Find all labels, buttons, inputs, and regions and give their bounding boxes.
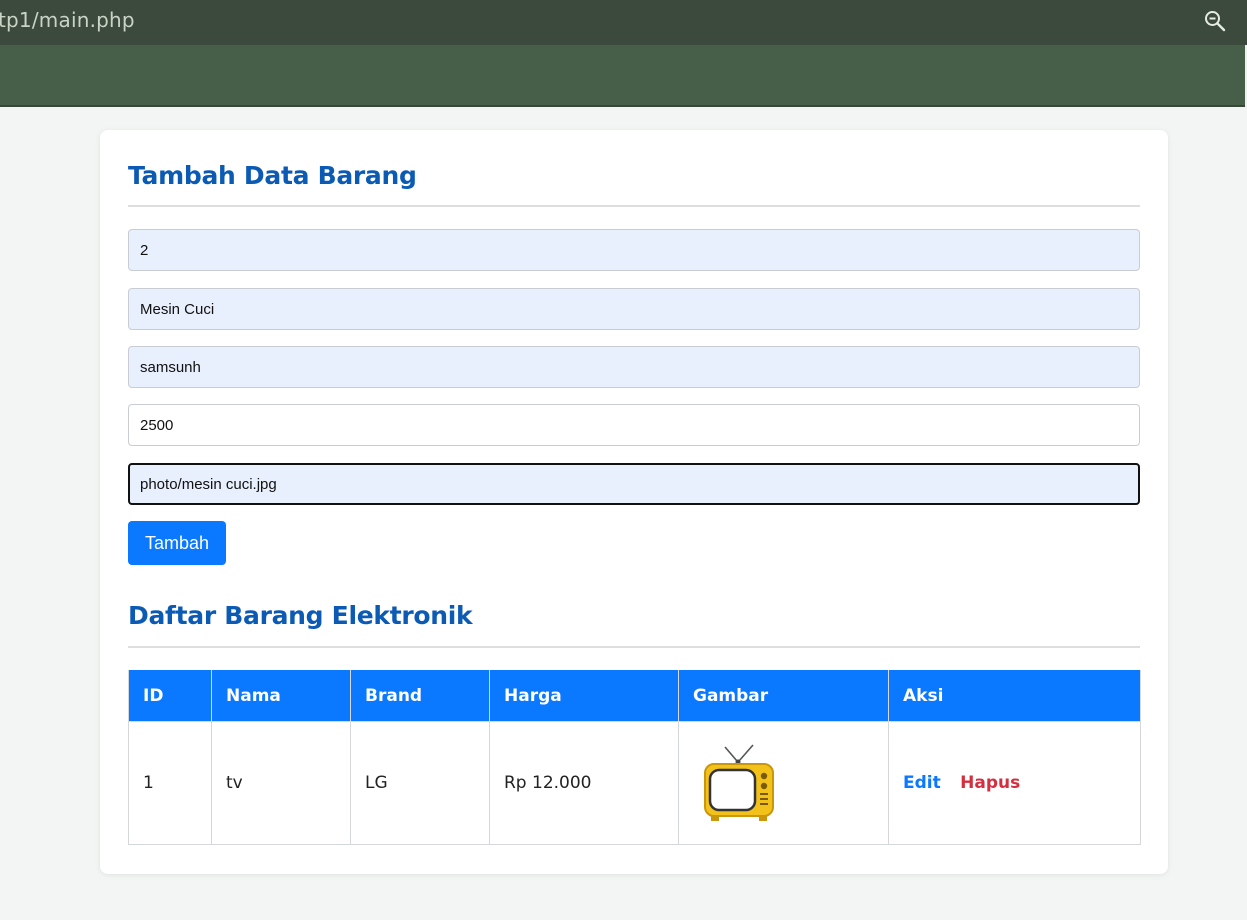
column-header-nama: Nama bbox=[211, 670, 351, 722]
cell-brand: LG bbox=[350, 721, 490, 845]
tambah-button[interactable]: Tambah bbox=[128, 521, 226, 565]
form-title: Tambah Data Barang bbox=[128, 161, 417, 190]
tv-image bbox=[704, 744, 774, 821]
cell-aksi: Edit Hapus bbox=[888, 721, 1141, 845]
barang-table: ID Nama Brand Harga Gambar Aksi 1 tv LG … bbox=[128, 670, 1141, 845]
column-header-id: ID bbox=[128, 670, 212, 722]
browser-toolbar bbox=[0, 45, 1247, 107]
column-header-gambar: Gambar bbox=[678, 670, 889, 722]
cell-harga: Rp 12.000 bbox=[489, 721, 679, 845]
hapus-link[interactable]: Hapus bbox=[960, 773, 1020, 793]
form-title-divider bbox=[128, 205, 1140, 207]
table-header-row: ID Nama Brand Harga Gambar Aksi bbox=[128, 670, 1141, 722]
cell-nama: tv bbox=[211, 721, 351, 845]
gambar-input[interactable] bbox=[128, 463, 1140, 505]
list-title-divider bbox=[128, 646, 1140, 648]
table-row: 1 tv LG Rp 12.000 Edit Hapus bbox=[128, 721, 1141, 845]
column-header-aksi: Aksi bbox=[888, 670, 1141, 722]
id-input[interactable] bbox=[128, 229, 1140, 271]
cell-id: 1 bbox=[128, 721, 212, 845]
edit-link[interactable]: Edit bbox=[903, 773, 941, 793]
list-title: Daftar Barang Elektronik bbox=[128, 601, 473, 630]
column-header-brand: Brand bbox=[350, 670, 490, 722]
address-bar-url[interactable]: tp1/main.php bbox=[0, 8, 135, 32]
nama-input[interactable] bbox=[128, 288, 1140, 330]
cell-gambar bbox=[678, 721, 889, 845]
column-header-harga: Harga bbox=[489, 670, 679, 722]
zoom-out-icon[interactable] bbox=[1203, 9, 1227, 33]
browser-bar: tp1/main.php bbox=[0, 0, 1247, 45]
harga-input[interactable] bbox=[128, 404, 1140, 446]
main-card: Tambah Data Barang Tambah Daftar Barang … bbox=[100, 130, 1168, 874]
brand-input[interactable] bbox=[128, 346, 1140, 388]
